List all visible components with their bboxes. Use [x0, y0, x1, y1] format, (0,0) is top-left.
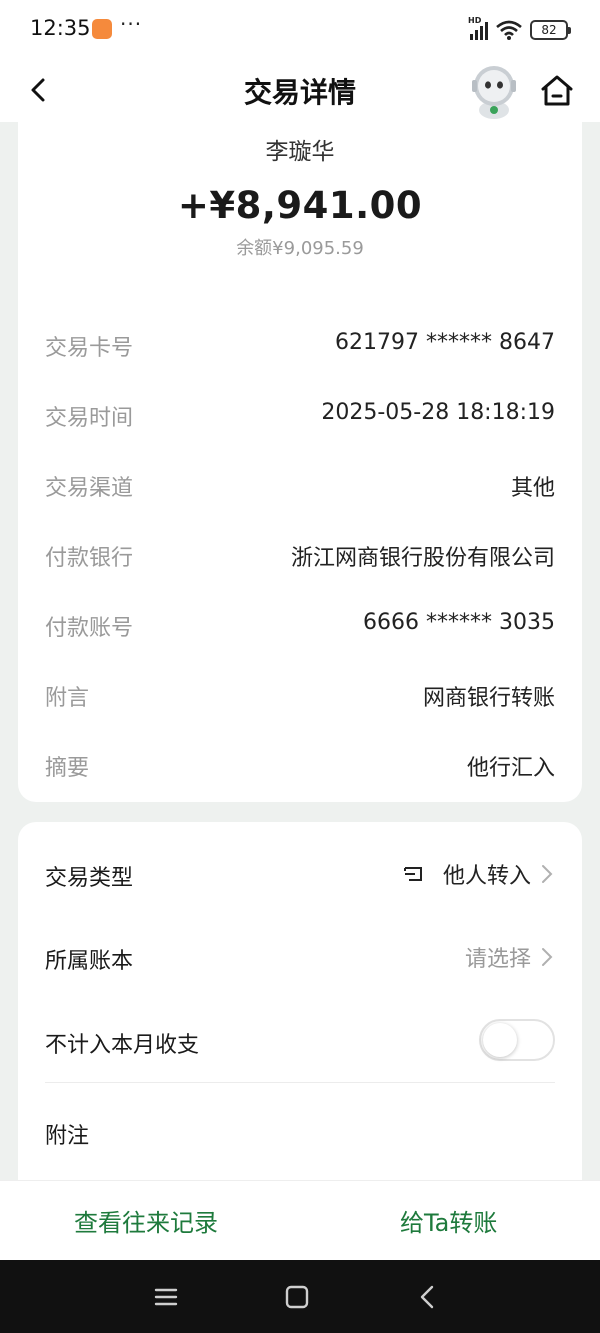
divider [45, 1082, 555, 1083]
detail-label: 交易时间 [45, 406, 134, 431]
transaction-type-value: 他人转入 [442, 864, 531, 889]
exclude-monthly-row: 不计入本月收支 [45, 1019, 555, 1063]
detail-label: 付款账号 [45, 616, 134, 641]
detail-value: 他行汇入 [466, 756, 555, 781]
transaction-detail-card: 李璇华 +¥8,941.00 余额¥9,095.59 交易卡号 621797 *… [18, 122, 582, 802]
home-nav-icon[interactable] [282, 1282, 312, 1312]
detail-row-time: 交易时间 2025-05-28 18:18:19 [45, 394, 555, 434]
detail-row-card-number: 交易卡号 621797 ****** 8647 [45, 324, 555, 364]
payer-name: 李璇华 [265, 139, 335, 165]
detail-label: 摘要 [45, 756, 90, 781]
detail-row-summary: 摘要 他行汇入 [45, 744, 555, 784]
chevron-right-icon [542, 948, 553, 966]
status-indicators: HD 82 [468, 16, 571, 42]
signal-icon: HD [468, 16, 488, 40]
option-label: 不计入本月收支 [45, 1033, 200, 1058]
transfer-to-payer-button[interactable]: 给Ta转账 [400, 1203, 497, 1238]
transfer-in-icon [403, 867, 422, 881]
option-label: 交易类型 [45, 866, 134, 891]
detail-value: 网商银行转账 [422, 686, 555, 711]
detail-label: 付款银行 [45, 546, 134, 571]
ledger-row[interactable]: 所属账本 请选择 [45, 935, 555, 979]
transaction-options-card: 交易类型 他人转入 所属账本 请选择 不计入本月收支 附注 [18, 822, 582, 1242]
back-nav-icon[interactable] [413, 1282, 443, 1312]
network-type-label: HD [468, 16, 482, 25]
astronaut-mascot-icon[interactable] [466, 60, 522, 120]
menu-icon[interactable] [151, 1282, 181, 1312]
detail-row-message: 附言 网商银行转账 [45, 674, 555, 714]
detail-value: 浙江网商银行股份有限公司 [290, 546, 555, 571]
view-history-button[interactable]: 查看往来记录 [74, 1203, 218, 1238]
wifi-icon [496, 20, 522, 40]
detail-label: 交易渠道 [45, 476, 134, 501]
status-bar: 12:35 ··· HD 82 [0, 0, 600, 60]
status-time: 12:35 [30, 16, 91, 40]
app-notification-icon [92, 19, 112, 39]
option-label: 附注 [45, 1124, 90, 1149]
nav-bar: 交易详情 [0, 60, 600, 122]
note-row[interactable]: 附注 [45, 1110, 555, 1154]
detail-label: 交易卡号 [45, 336, 134, 361]
detail-row-payer-account: 付款账号 6666 ****** 3035 [45, 604, 555, 644]
detail-value: 621797 ****** 8647 [335, 330, 555, 355]
transaction-amount: +¥8,941.00 [177, 184, 423, 227]
chevron-right-icon [542, 865, 553, 883]
detail-row-channel: 交易渠道 其他 [45, 464, 555, 504]
more-notifications-icon: ··· [120, 12, 143, 36]
battery-icon: 82 [530, 20, 571, 40]
toggle-knob [483, 1023, 517, 1057]
home-button[interactable] [536, 70, 578, 112]
account-balance: 余额¥9,095.59 [236, 238, 364, 259]
ledger-placeholder: 请选择 [464, 947, 531, 972]
detail-value: 其他 [510, 476, 555, 501]
detail-value: 2025-05-28 18:18:19 [321, 400, 555, 425]
detail-label: 附言 [45, 686, 90, 711]
detail-row-payer-bank: 付款银行 浙江网商银行股份有限公司 [45, 534, 555, 574]
option-label: 所属账本 [45, 949, 134, 974]
system-nav-bar [0, 1260, 600, 1333]
transaction-type-row[interactable]: 交易类型 他人转入 [45, 852, 555, 896]
bottom-action-bar: 查看往来记录 给Ta转账 [0, 1180, 600, 1260]
detail-value: 6666 ****** 3035 [363, 610, 555, 635]
exclude-monthly-toggle[interactable] [479, 1019, 555, 1061]
